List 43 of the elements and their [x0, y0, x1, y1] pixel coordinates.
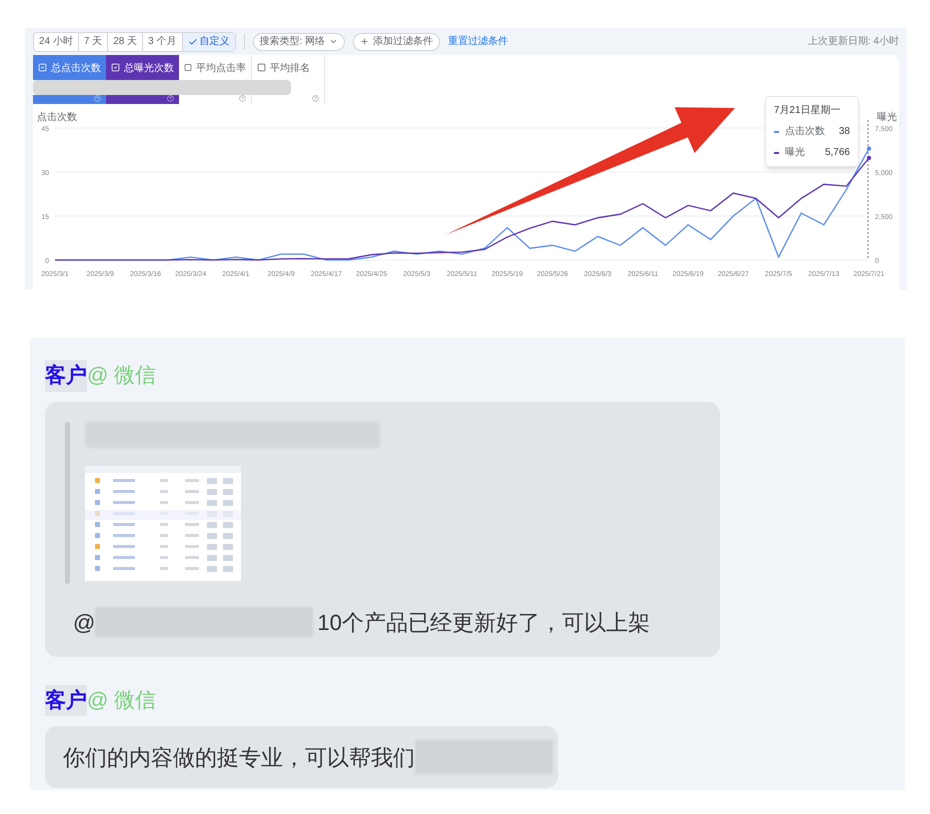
- legend-dash: [774, 130, 779, 132]
- checkbox-icon: [38, 63, 47, 72]
- checkbox-icon: [184, 63, 192, 72]
- data-point: [866, 156, 872, 160]
- last-updated: 上次更新日期: 4小时: [808, 34, 899, 49]
- plus-icon: [360, 37, 370, 46]
- checkbox-icon: [111, 63, 120, 72]
- tooltip-title: 7月21日星期一: [774, 104, 842, 118]
- tooltip-label: 曝光: [784, 146, 805, 160]
- metric-card[interactable]: 总点击次数: [33, 55, 106, 80]
- add-filter-button[interactable]: 添加过滤条件: [353, 32, 440, 50]
- help-icon: [239, 95, 246, 102]
- date-range-tab[interactable]: 自定义: [182, 32, 234, 50]
- legend-dash: [774, 152, 779, 154]
- caret-icon: [329, 37, 338, 46]
- message-text: 你们的内容做的挺专业，可以帮我们: [63, 744, 415, 772]
- date-range-tab[interactable]: 24 小时: [34, 32, 78, 50]
- date-range-tab[interactable]: 28 天: [107, 32, 142, 50]
- metric-label: 总曝光次数: [124, 62, 174, 76]
- help-icon: [167, 95, 174, 102]
- checkbox-icon: [257, 63, 266, 72]
- metric-label: 总点击次数: [51, 62, 101, 76]
- metric-card[interactable]: 总曝光次数: [106, 55, 179, 80]
- reset-filter-link[interactable]: 重置过滤条件: [448, 34, 508, 49]
- sender-name: 客户: [45, 360, 87, 392]
- data-point: [866, 146, 872, 151]
- help-icon: [312, 95, 319, 102]
- metric-label: 平均点击率: [196, 62, 246, 76]
- sender-name: 客户: [45, 684, 87, 716]
- message-text: 10个产品已经更新好了，可以上架: [317, 608, 650, 636]
- axis-title: 点击次数: [37, 112, 77, 123]
- check-icon: [188, 36, 198, 46]
- axis-title: 曝光: [877, 112, 897, 123]
- sender-source: @ 微信: [87, 363, 156, 389]
- tooltip-label: 点击次数: [784, 124, 825, 139]
- sender-source: @ 微信: [87, 688, 156, 714]
- help-icon: [94, 95, 101, 102]
- mention: @: [73, 608, 96, 636]
- metric-label: 平均排名: [270, 62, 310, 76]
- tooltip-value: 38: [838, 125, 850, 139]
- tooltip-value: 5,766: [824, 146, 850, 160]
- date-range-tab[interactable]: 7 天: [78, 32, 108, 50]
- search-type-dropdown[interactable]: 搜索类型: 网络: [252, 32, 346, 50]
